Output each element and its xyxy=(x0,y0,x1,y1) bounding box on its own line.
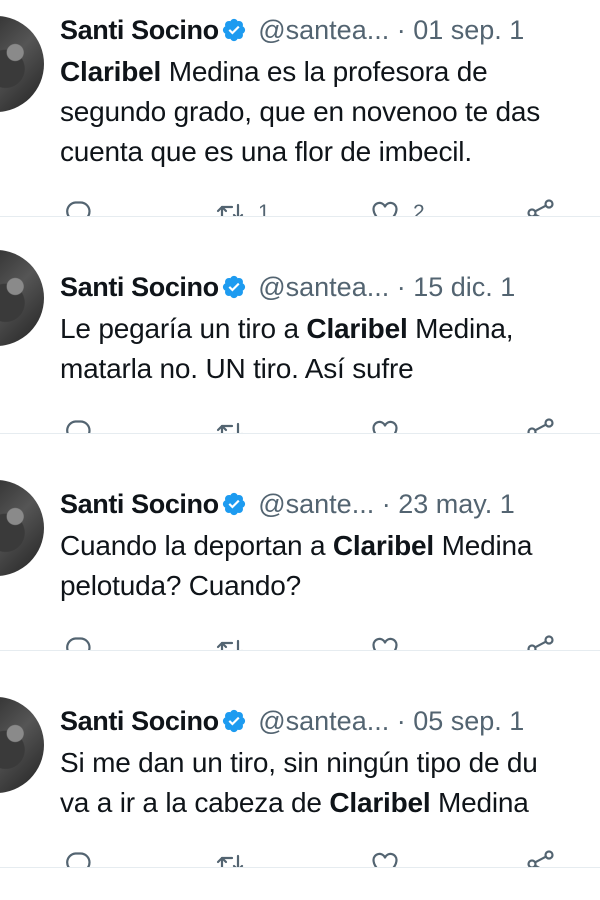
text-segment: Medina es la profesora de xyxy=(161,56,488,87)
author-name[interactable]: Santi Socino xyxy=(60,15,219,45)
tweet-header: Santi Socino @santea... · 05 sep. 1 xyxy=(60,705,524,739)
tweet-text-line: Claribel Medina es la profesora de xyxy=(60,52,540,92)
share-button[interactable] xyxy=(525,412,557,433)
tweet[interactable]: Santi Socino @sante... · 23 may. 1 Cuando… xyxy=(0,434,600,651)
avatar[interactable] xyxy=(0,250,44,346)
heart-icon xyxy=(369,633,401,650)
share-icon xyxy=(525,633,557,650)
tweet-header: Santi Socino @sante... · 23 may. 1 xyxy=(60,488,515,522)
reply-icon xyxy=(62,848,94,867)
verified-badge-icon xyxy=(219,272,251,302)
author-handle[interactable]: @santea... xyxy=(258,706,389,736)
retweet-button[interactable]: 1 xyxy=(214,193,270,217)
author-name[interactable]: Santi Socino xyxy=(60,272,219,302)
text-segment: matarla no. UN tiro. Así sufre xyxy=(60,353,414,384)
tweet-date[interactable]: · 01 sep. 1 xyxy=(397,15,525,45)
highlighted-name: Claribel xyxy=(60,56,162,87)
author-name[interactable]: Santi Socino xyxy=(60,706,219,736)
highlighted-name: Claribel xyxy=(306,313,408,344)
tweet-date[interactable]: · 15 dic. 1 xyxy=(397,272,516,302)
highlighted-name: Claribel xyxy=(332,530,435,561)
retweet-icon xyxy=(214,633,246,650)
tweet-actions xyxy=(0,412,600,433)
tweet-text-line: Si me dan un tiro, sin ningún tipo de du xyxy=(60,743,538,783)
avatar[interactable] xyxy=(0,697,44,793)
text-segment: va a ir a la cabeza de xyxy=(60,787,330,818)
like-button[interactable]: 2 xyxy=(369,193,425,217)
text-segment: Cuando la deportan a xyxy=(60,530,333,561)
tweet-text-line: segundo grado, que en novenoo te das xyxy=(60,92,540,132)
text-segment: segundo grado, que en novenoo te das xyxy=(60,96,541,127)
tweet-actions xyxy=(0,844,600,867)
tweet-date[interactable]: · 23 may. 1 xyxy=(382,489,515,519)
heart-icon xyxy=(369,416,401,433)
share-icon xyxy=(525,416,557,433)
tweet-header: Santi Socino @santea... · 01 sep. 1 xyxy=(60,14,524,48)
text-segment: pelotuda? Cuando? xyxy=(60,570,302,601)
text-segment: cuenta que es una flor de imbecil. xyxy=(60,136,472,167)
retweet-icon xyxy=(214,416,246,433)
text-segment: Si me dan un tiro, sin ningún tipo de du xyxy=(60,747,538,778)
tweet[interactable]: Santi Socino @santea... · 15 dic. 1 Le pe… xyxy=(0,217,600,434)
tweet-text-line: pelotuda? Cuando? xyxy=(60,566,532,606)
reply-icon xyxy=(62,633,94,650)
author-handle[interactable]: @santea... xyxy=(258,272,389,302)
tweet[interactable]: Santi Socino @santea... · 05 sep. 1 Si me… xyxy=(0,651,600,868)
reply-button[interactable] xyxy=(62,193,94,216)
retweet-button[interactable] xyxy=(214,844,258,867)
retweet-icon xyxy=(214,197,246,216)
text-segment: Medina xyxy=(434,530,533,561)
reply-button[interactable] xyxy=(62,844,94,867)
text-segment: Medina, xyxy=(407,313,514,344)
share-button[interactable] xyxy=(525,193,557,216)
like-button[interactable] xyxy=(369,629,413,650)
verified-badge-icon xyxy=(219,706,251,736)
share-button[interactable] xyxy=(525,629,557,650)
like-button[interactable] xyxy=(369,412,413,433)
tweet-header: Santi Socino @santea... · 15 dic. 1 xyxy=(60,271,515,305)
share-button[interactable] xyxy=(525,844,557,867)
avatar[interactable] xyxy=(0,480,44,576)
heart-icon xyxy=(369,197,401,216)
retweet-button[interactable] xyxy=(214,412,258,433)
tweet[interactable]: Santi Socino @santea... · 01 sep. 1 Clari… xyxy=(0,0,600,217)
reply-icon xyxy=(62,197,94,216)
tweet-text-line: Le pegaría un tiro a Claribel Medina, xyxy=(60,309,514,349)
tweet-feed: Santi Socino @santea... · 01 sep. 1 Clari… xyxy=(0,0,600,900)
tweet-text-line: Cuando la deportan a Claribel Medina xyxy=(60,526,532,566)
retweet-icon xyxy=(214,848,246,867)
author-handle[interactable]: @santea... xyxy=(258,15,389,45)
text-segment: Medina xyxy=(430,787,529,818)
tweet-text: Si me dan un tiro, sin ningún tipo de du… xyxy=(60,743,538,823)
like-count: 2 xyxy=(413,201,425,217)
share-icon xyxy=(525,848,557,867)
tweet-text-line: matarla no. UN tiro. Así sufre xyxy=(60,349,513,389)
retweet-count: 1 xyxy=(258,201,270,217)
retweet-button[interactable] xyxy=(214,629,258,650)
reply-button[interactable] xyxy=(62,412,94,433)
tweet-date[interactable]: · 05 sep. 1 xyxy=(397,706,525,736)
share-icon xyxy=(525,197,557,216)
avatar[interactable] xyxy=(0,16,44,112)
verified-badge-icon xyxy=(219,489,251,519)
tweet-text: Le pegaría un tiro a Claribel Medina, mat… xyxy=(60,309,514,389)
text-segment: Le pegaría un tiro a xyxy=(60,313,307,344)
tweet-actions: 12 xyxy=(0,193,600,217)
author-handle[interactable]: @sante... xyxy=(258,489,374,519)
tweet-text-line: cuenta que es una flor de imbecil. xyxy=(60,132,540,172)
heart-icon xyxy=(369,848,401,867)
tweet-actions xyxy=(0,629,600,650)
tweet-text-line: va a ir a la cabeza de Claribel Medina xyxy=(60,783,538,823)
highlighted-name: Claribel xyxy=(329,787,431,818)
reply-button[interactable] xyxy=(62,629,94,650)
tweet-text: Cuando la deportan a Claribel Medina pelo… xyxy=(60,526,532,606)
tweet-text: Claribel Medina es la profesora de segund… xyxy=(60,52,540,172)
author-name[interactable]: Santi Socino xyxy=(60,489,219,519)
verified-badge-icon xyxy=(219,15,251,45)
like-button[interactable] xyxy=(369,844,413,867)
reply-icon xyxy=(62,416,94,433)
